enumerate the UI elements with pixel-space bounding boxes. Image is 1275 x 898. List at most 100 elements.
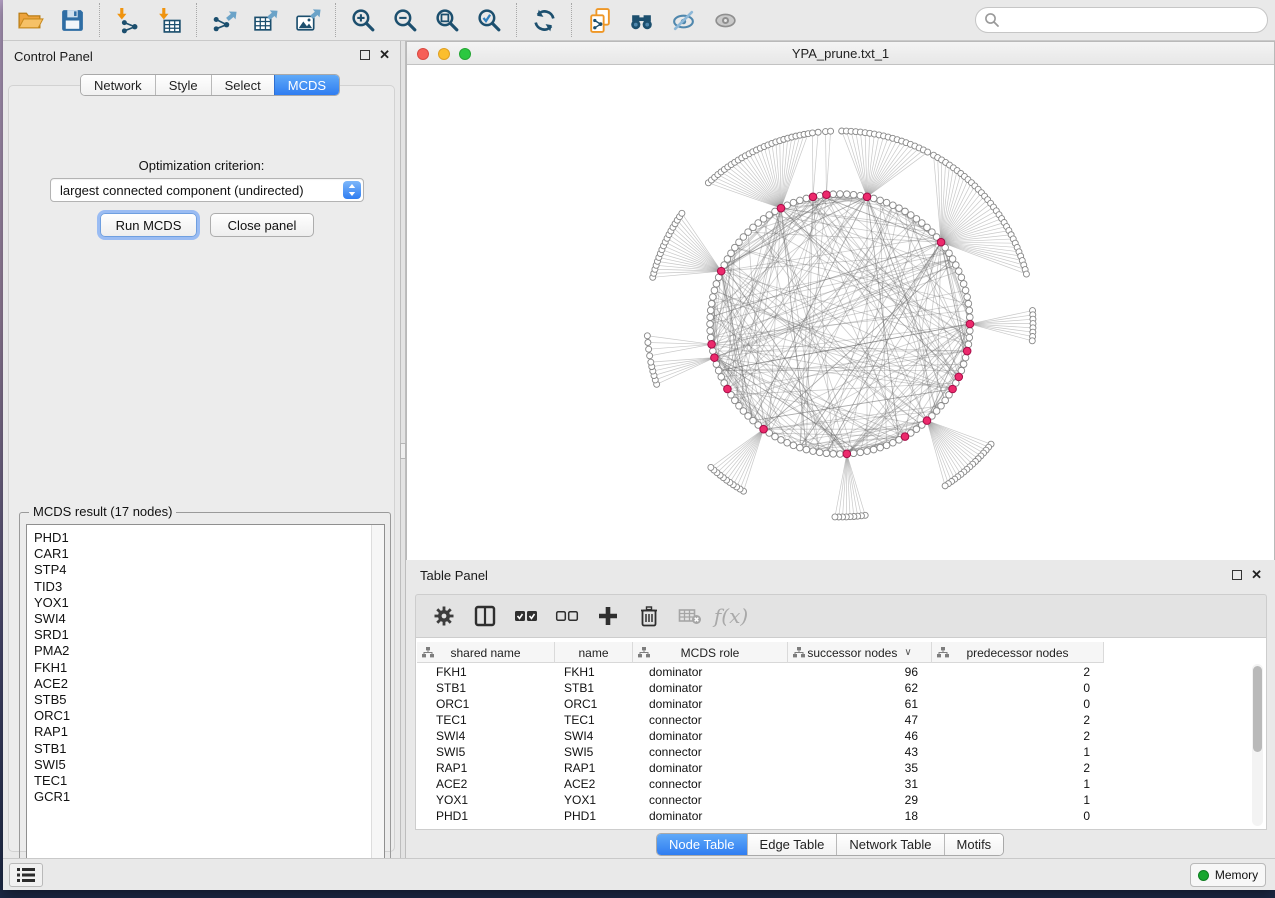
table-scrollbar[interactable]: [1252, 664, 1263, 826]
search-input[interactable]: [975, 7, 1268, 33]
result-item[interactable]: ACE2: [27, 676, 384, 692]
export-table-icon[interactable]: [245, 4, 287, 36]
zoom-selected-icon[interactable]: [468, 4, 510, 36]
memory-status-icon: [1198, 870, 1209, 881]
result-item[interactable]: TEC1: [27, 773, 384, 789]
toolbar-group-zoom: [335, 3, 516, 37]
apply-layout-icon[interactable]: [523, 4, 565, 36]
optimization-criterion-value: largest connected component (undirected): [60, 183, 304, 198]
result-item[interactable]: GCR1: [27, 789, 384, 805]
result-item[interactable]: PMA2: [27, 643, 384, 659]
delete-table-icon[interactable]: [676, 602, 704, 630]
status-bar: Memory: [3, 858, 1275, 890]
mcds-tab-panel: Optimization criterion: largest connecte…: [8, 85, 395, 852]
table-panel: Table Panel ✕: [406, 560, 1275, 858]
column-header-successor-nodes[interactable]: successor nodes ∨: [788, 642, 932, 663]
column-header-shared-name[interactable]: shared name: [417, 642, 555, 663]
network-canvas[interactable]: [407, 65, 1274, 560]
close-panel-icon[interactable]: ✕: [379, 50, 390, 60]
result-item[interactable]: SWI5: [27, 757, 384, 773]
result-item[interactable]: FKH1: [27, 660, 384, 676]
optimization-criterion-select[interactable]: largest connected component (undirected): [50, 178, 364, 202]
tree-icon: [793, 647, 805, 658]
tab-node-table[interactable]: Node Table: [657, 834, 747, 855]
task-history-button[interactable]: [9, 863, 43, 887]
show-all-icon[interactable]: [704, 4, 746, 36]
save-session-icon[interactable]: [51, 4, 93, 36]
table-row[interactable]: ACE2ACE2connector311: [417, 776, 1104, 792]
memory-button[interactable]: Memory: [1190, 863, 1266, 887]
table-row[interactable]: TEC1TEC1connector472: [417, 712, 1104, 728]
tab-network[interactable]: Network: [81, 75, 155, 95]
result-item[interactable]: YOX1: [27, 595, 384, 611]
add-column-icon[interactable]: [594, 602, 622, 630]
tab-edge-table[interactable]: Edge Table: [747, 834, 837, 855]
table-row[interactable]: STB1STB1dominator620: [417, 680, 1104, 696]
show-columns-icon[interactable]: [512, 602, 540, 630]
result-item[interactable]: STB1: [27, 741, 384, 757]
network-from-selection-icon[interactable]: [578, 4, 620, 36]
network-graph[interactable]: [407, 65, 1274, 560]
result-scrollbar[interactable]: [371, 525, 384, 876]
tab-network-table[interactable]: Network Table: [836, 834, 943, 855]
close-panel-button[interactable]: Close panel: [210, 213, 314, 237]
result-item[interactable]: SRD1: [27, 627, 384, 643]
delete-column-icon[interactable]: [635, 602, 663, 630]
result-item[interactable]: STP4: [27, 562, 384, 578]
mcds-result-list[interactable]: PHD1 CAR1 STP4 TID3 YOX1 SWI4 SRD1 PMA2 …: [26, 524, 385, 877]
result-item[interactable]: TID3: [27, 579, 384, 595]
run-mcds-button[interactable]: Run MCDS: [100, 213, 197, 237]
mcds-result-title: MCDS result (17 nodes): [29, 504, 176, 519]
result-item[interactable]: PHD1: [27, 530, 384, 546]
result-item[interactable]: CAR1: [27, 546, 384, 562]
float-panel-icon[interactable]: [360, 50, 370, 60]
import-network-icon[interactable]: [106, 4, 148, 36]
table-row[interactable]: SWI5SWI5connector431: [417, 744, 1104, 760]
table-toolbar: f(x): [415, 594, 1267, 637]
table-row[interactable]: YOX1YOX1connector291: [417, 792, 1104, 808]
tab-select[interactable]: Select: [211, 75, 274, 95]
float-table-panel-icon[interactable]: [1232, 570, 1242, 580]
first-neighbors-icon[interactable]: [620, 4, 662, 36]
table-row[interactable]: RAP1RAP1dominator352: [417, 760, 1104, 776]
result-item[interactable]: STB5: [27, 692, 384, 708]
main-toolbar: [3, 0, 1275, 41]
table-row[interactable]: SWI4SWI4dominator462: [417, 728, 1104, 744]
workspace: YPA_prune.txt_1 Table Panel ✕: [406, 41, 1275, 858]
column-header-name[interactable]: name: [555, 642, 633, 663]
function-builder-icon[interactable]: f(x): [717, 602, 745, 630]
table-row[interactable]: PHD1PHD1dominator180: [417, 808, 1104, 824]
sort-descending-icon: ∨: [904, 647, 911, 658]
column-header-mcds-role[interactable]: MCDS role: [633, 642, 788, 663]
tab-motifs[interactable]: Motifs: [944, 834, 1004, 855]
search-box: [975, 7, 1268, 33]
node-table: shared name name MCDS role successor nod…: [415, 637, 1267, 830]
table-row[interactable]: ORC1ORC1dominator610: [417, 696, 1104, 712]
table-row[interactable]: FKH1FKH1dominator962: [417, 664, 1104, 680]
open-session-icon[interactable]: [9, 4, 51, 36]
toolbar-group-network-tools: [571, 3, 752, 37]
toolbar-group-import: [99, 3, 196, 37]
zoom-out-icon[interactable]: [384, 4, 426, 36]
column-header-predecessor-nodes[interactable]: predecessor nodes: [932, 642, 1104, 663]
result-item[interactable]: ORC1: [27, 708, 384, 724]
table-settings-icon[interactable]: [430, 602, 458, 630]
tab-style[interactable]: Style: [155, 75, 211, 95]
result-item[interactable]: RAP1: [27, 724, 384, 740]
zoom-fit-icon[interactable]: [426, 4, 468, 36]
result-item[interactable]: SWI4: [27, 611, 384, 627]
hide-columns-icon[interactable]: [553, 602, 581, 630]
memory-label: Memory: [1215, 868, 1258, 882]
import-table-icon[interactable]: [148, 4, 190, 36]
export-network-icon[interactable]: [203, 4, 245, 36]
column-layout-icon[interactable]: [471, 602, 499, 630]
zoom-in-icon[interactable]: [342, 4, 384, 36]
tab-mcds[interactable]: MCDS: [274, 75, 339, 95]
close-table-panel-icon[interactable]: ✕: [1251, 570, 1262, 580]
fx-label: f(x): [714, 604, 748, 628]
search-icon: [984, 12, 1000, 28]
hide-selected-icon[interactable]: [662, 4, 704, 36]
table-tabs: Node Table Edge Table Network Table Moti…: [656, 833, 1004, 856]
table-scrollbar-thumb[interactable]: [1253, 666, 1262, 752]
export-image-icon[interactable]: [287, 4, 329, 36]
